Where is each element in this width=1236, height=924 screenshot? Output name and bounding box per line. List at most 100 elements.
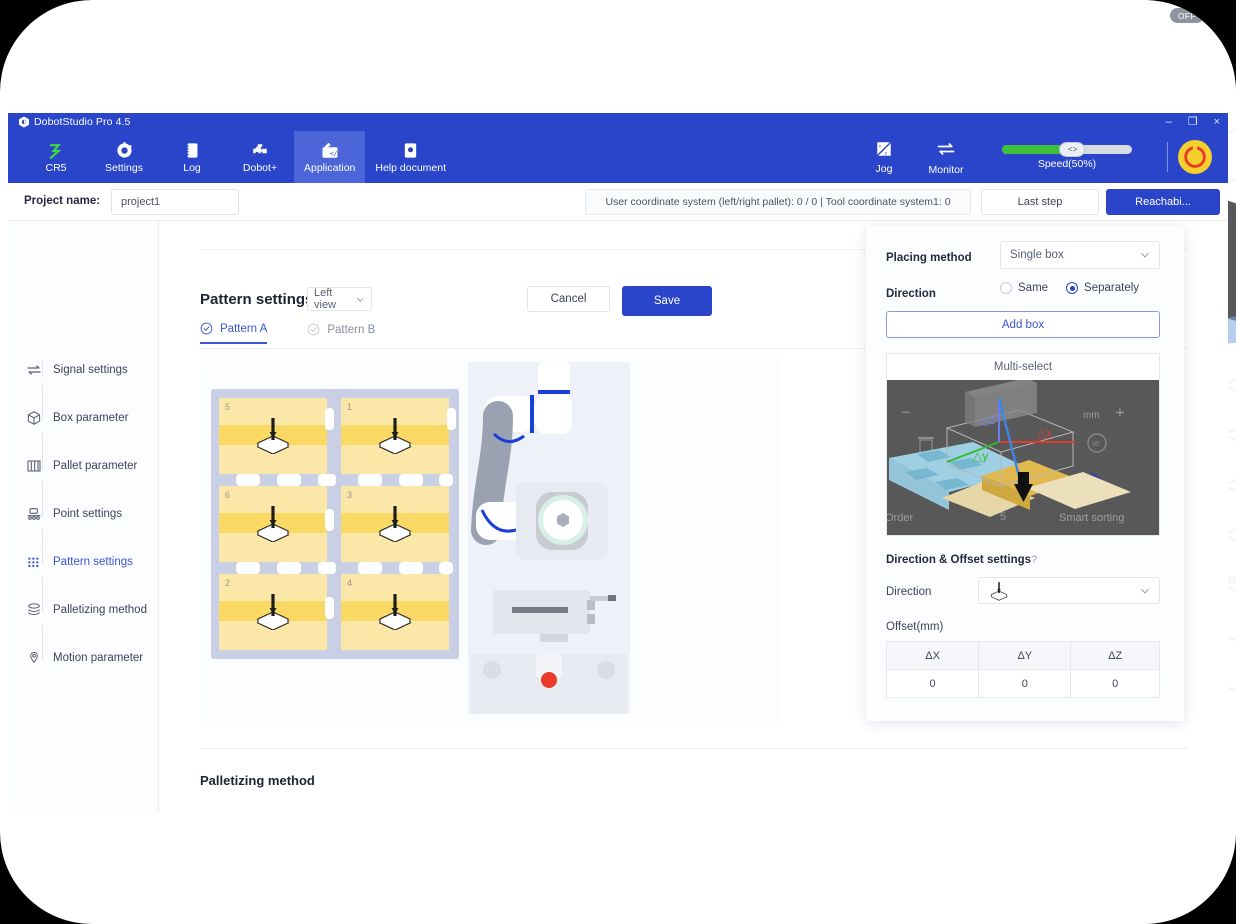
scene-off-toggle[interactable]: OFF [1170,8,1204,23]
direction-offset-title: Direction & Offset settings [886,554,1031,566]
pattern-tabs: Pattern A Pattern B [200,322,375,344]
toolbar-label: Jog [876,163,893,175]
speed-slider-knob[interactable]: < > [1059,142,1085,157]
toolbar-item-log[interactable]: Log [158,131,226,183]
minimize-button[interactable]: – [1166,117,1172,128]
column-header-dx: ΔX [887,642,979,670]
toolbar-item-cr5[interactable]: CR5 [22,131,90,183]
chevron-down-icon [1140,250,1150,260]
sidebar-item-label: Motion parameter [53,652,143,664]
toolbar-item-dobot-plus[interactable]: Dobot+ [226,131,294,183]
tab-label: Pattern B [327,324,375,336]
toolbar-item-monitor[interactable]: Monitor [915,131,977,183]
axis-z-label: △z [980,413,995,427]
toolbar-right-items: x y Jog Monitor [853,131,1228,183]
placing-method-select[interactable]: Single box [1000,241,1160,269]
toolbar-item-help-document[interactable]: Help document [365,131,456,183]
pattern-dots-icon [26,554,42,570]
view-select[interactable]: Left view [307,287,372,311]
sidebar: Signal settings Box parameter [8,221,159,813]
speed-control[interactable]: < > Speed(50%) [977,145,1157,170]
app-root: OFF DobotStudio Pro 4.5 – ❐ × [0,0,1236,924]
sidebar-item-palletizing-method[interactable]: Palletizing method [26,602,147,618]
sidebar-item-point-settings[interactable]: Point settings [26,506,122,522]
check-circle-icon [307,323,320,336]
pattern-cell[interactable]: 2 [219,574,327,650]
toolbar-label: Dobot+ [243,163,277,174]
tab-label: Pattern A [220,323,267,335]
pattern-preview-canvas[interactable]: 5 1 [200,357,780,725]
sidebar-item-motion-parameter[interactable]: Motion parameter [26,650,143,666]
chevron-down-icon [356,295,365,304]
box-drop-down-icon [988,581,1010,601]
project-name-input[interactable] [111,189,239,215]
sidebar-item-label: Palletizing method [53,604,147,616]
offset-dy-value[interactable]: 0 [979,670,1071,698]
sidebar-item-pattern-settings[interactable]: Pattern settings [26,554,133,570]
speed-slider[interactable]: < > [1002,145,1132,154]
reachability-button[interactable]: Reachabi... [1106,189,1220,215]
emergency-stop-icon[interactable] [1178,140,1212,174]
sidebar-item-signal-settings[interactable]: Signal settings [26,362,128,378]
sidebar-item-label: Pallet parameter [53,460,137,472]
window-controls: – ❐ × [1166,113,1220,131]
axis-x-label: △x [1037,426,1052,440]
offset-label: Offset(mm) [886,621,943,633]
toolbar-item-settings[interactable]: Settings [90,131,158,183]
save-button[interactable]: Save [622,286,712,316]
radio-dot [1000,282,1012,294]
view-select-value: Left view [314,287,356,311]
box-drop-icon [253,594,293,630]
pattern-cell[interactable]: 5 [219,398,327,474]
sidebar-item-pallet-parameter[interactable]: Pallet parameter [26,458,137,474]
pattern-grid[interactable]: 5 1 [211,389,459,659]
palletizing-method-title: Palletizing method [200,773,315,788]
add-box-button[interactable]: Add box [886,311,1160,338]
pattern-cell[interactable]: 6 [219,486,327,562]
placing-method-value: Single box [1010,249,1064,261]
tab-pattern-a[interactable]: Pattern A [200,322,267,344]
toolbar-item-application[interactable]: </> Application [294,131,365,183]
sidebar-item-label: Pattern settings [53,556,133,568]
sidebar-item-box-parameter[interactable]: Box parameter [26,410,128,426]
box-drop-icon [253,418,293,454]
speed-slider-fill [1002,145,1064,154]
radio-same[interactable]: Same [1000,282,1048,294]
radio-dot [1066,282,1078,294]
toolbar-item-jog[interactable]: x y Jog [853,131,915,183]
puzzle-plus-icon [251,141,269,161]
help-icon[interactable]: ? [1031,554,1037,566]
title-bar: DobotStudio Pro 4.5 – ❐ × [8,113,1228,131]
preview-plus: + [1115,403,1125,422]
box-placement-preview[interactable]: − 10 mm + 90 Order Smart sorting [887,380,1159,535]
direction-select[interactable] [978,577,1160,604]
last-step-button[interactable]: Last step [981,189,1099,215]
pattern-cell[interactable]: 3 [341,486,449,562]
cell-number: 4 [347,578,352,588]
toolbar-divider [1167,142,1168,172]
toolbar-items: CR5 Settings [22,131,456,183]
radio-separately[interactable]: Separately [1066,282,1139,294]
cell-number: 6 [225,490,230,500]
box-drop-icon [375,594,415,630]
multi-select-label[interactable]: Multi-select [887,354,1159,380]
svg-text:</>: </> [330,150,339,157]
direction-field-label: Direction [886,586,931,598]
offset-dz-value[interactable]: 0 [1071,670,1160,698]
robot-arm-icon [46,141,66,161]
close-button[interactable]: × [1214,117,1220,128]
sidebar-item-label: Box parameter [53,412,128,424]
box-cube-icon [26,410,42,426]
cell-number: 1 [347,402,352,412]
cancel-button[interactable]: Cancel [527,286,610,312]
tab-pattern-b[interactable]: Pattern B [307,322,375,344]
pattern-cell[interactable]: 1 [341,398,449,474]
pattern-cell[interactable]: 4 [341,574,449,650]
toolbar-label: Log [183,163,201,174]
offset-dx-value[interactable]: 0 [887,670,979,698]
preview-order-label: Order [887,512,913,524]
restore-button[interactable]: ❐ [1188,117,1198,128]
axis-y-label: △y [973,449,988,463]
check-circle-icon [200,322,213,335]
help-document-icon [402,141,419,161]
